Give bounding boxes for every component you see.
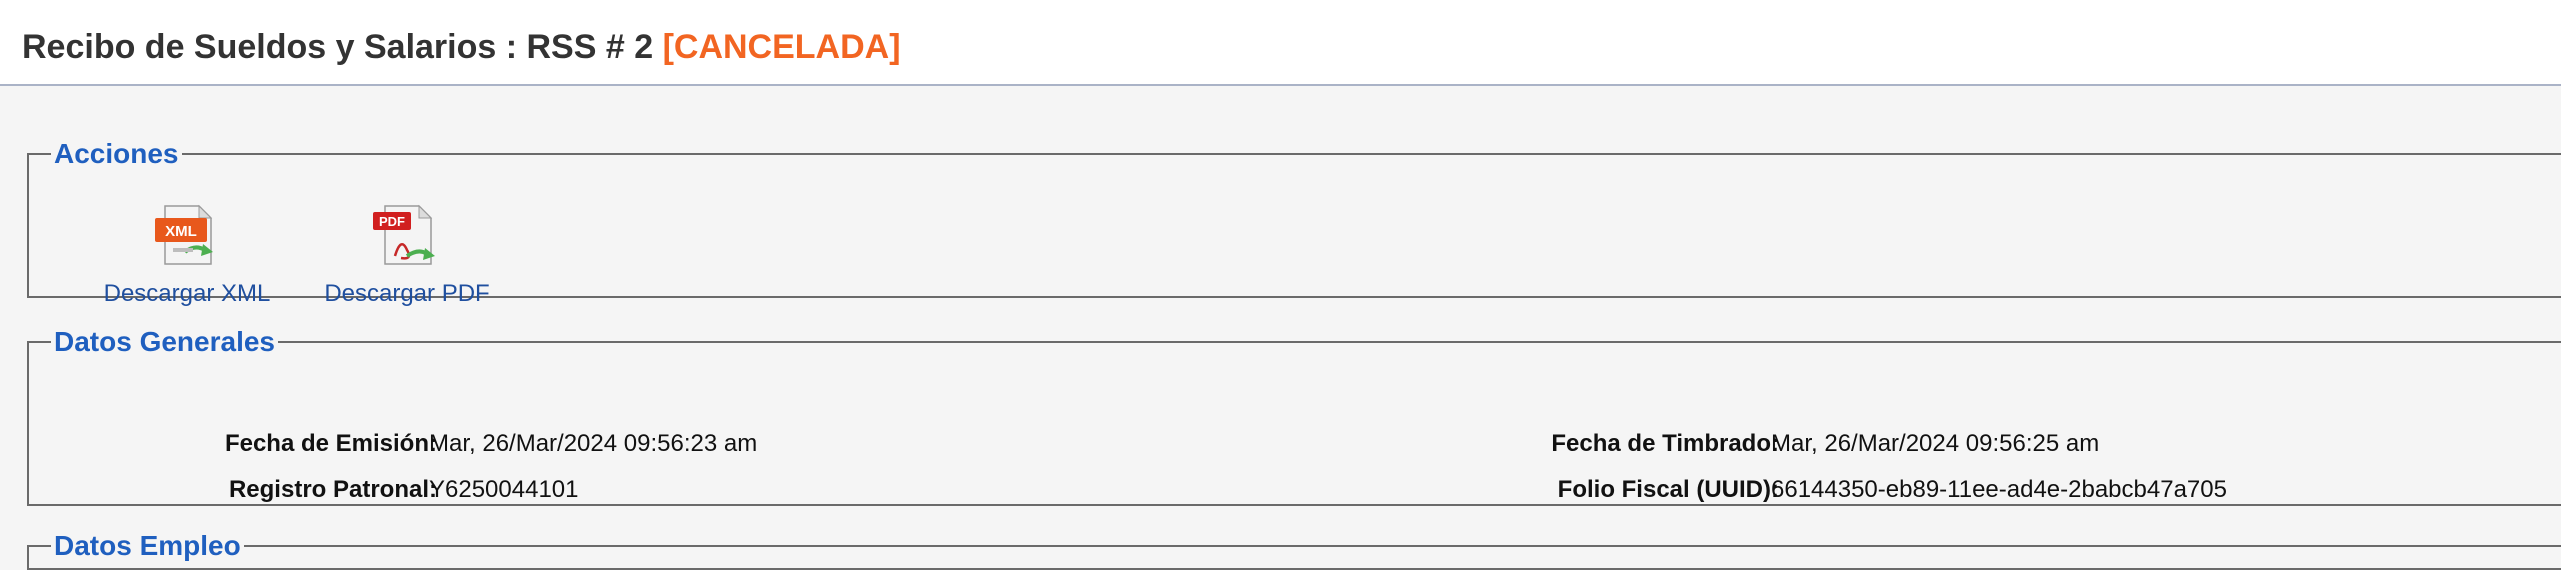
fecha-emision-label: Fecha de Emisión:: [224, 430, 437, 457]
datos-empleo-section: Datos Empleo: [27, 530, 2561, 570]
page-header: Recibo de Sueldos y Salarios : RSS # 2 […: [0, 0, 2561, 86]
fecha-emision-value: Mar, 26/Mar/2024 09:56:23 am: [429, 430, 758, 457]
receipt-title: Recibo de Sueldos y Salarios : RSS # 2: [22, 28, 654, 66]
datos-empleo-legend: Datos Empleo: [54, 530, 241, 561]
datos-generales-section: Datos Generales Fecha de Emisión: Mar, 2…: [27, 326, 2561, 506]
folio-fiscal-value: 66144350-eb89-11ee-ad4e-2babcb47a705: [1771, 476, 2227, 503]
acciones-legend: Acciones: [54, 138, 179, 169]
pdf-file-icon: PDF: [367, 200, 447, 274]
fecha-timbrado-label: Fecha de Timbrado:: [1551, 430, 1779, 457]
svg-text:XML: XML: [165, 223, 197, 240]
acciones-section: Acciones XML Descargar XML PDF Descargar…: [27, 138, 2561, 307]
registro-patronal-label: Registro Patronal:: [228, 476, 437, 503]
fecha-timbrado-value: Mar, 26/Mar/2024 09:56:25 am: [1771, 430, 2100, 457]
registro-patronal-value: Y6250044101: [429, 476, 579, 503]
svg-text:PDF: PDF: [379, 214, 405, 229]
download-xml-label: Descargar XML: [103, 280, 271, 307]
status-badge: [CANCELADA]: [662, 28, 901, 66]
xml-file-icon: XML: [147, 200, 227, 274]
download-pdf-label: Descargar PDF: [324, 280, 490, 307]
page-title: Recibo de Sueldos y Salarios : RSS # 2 […: [22, 28, 901, 67]
folio-fiscal-label: Folio Fiscal (UUID):: [1557, 476, 1779, 503]
download-pdf-button[interactable]: PDF Descargar PDF: [297, 200, 517, 308]
datos-generales-legend: Datos Generales: [54, 326, 275, 357]
download-xml-button[interactable]: XML Descargar XML: [81, 200, 293, 308]
